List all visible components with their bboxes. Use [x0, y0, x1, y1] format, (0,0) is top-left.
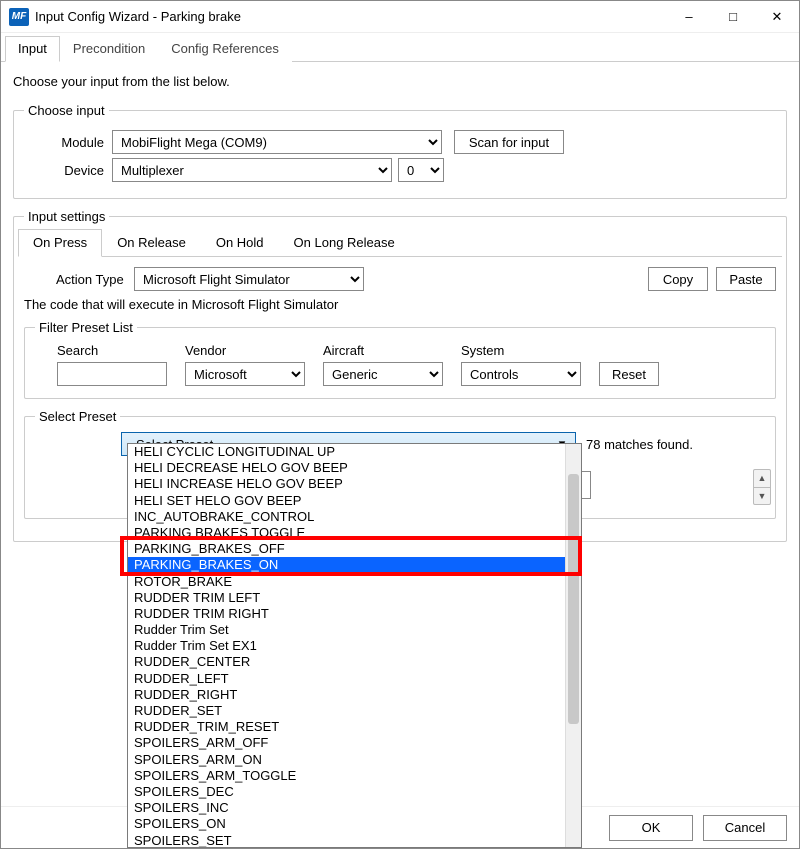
preset-option[interactable]: SPOILERS_SET: [128, 833, 565, 848]
tab-precondition[interactable]: Precondition: [60, 36, 158, 62]
preset-option[interactable]: RUDDER_CENTER: [128, 654, 565, 670]
maximize-button[interactable]: □: [711, 1, 755, 32]
preset-option[interactable]: HELI SET HELO GOV BEEP: [128, 493, 565, 509]
aircraft-select[interactable]: Generic: [323, 362, 443, 386]
aircraft-label: Aircraft: [323, 343, 443, 358]
stepper-up-icon[interactable]: ▲: [754, 470, 770, 488]
ok-button[interactable]: OK: [609, 815, 693, 841]
vendor-select[interactable]: Microsoft: [185, 362, 305, 386]
cancel-button[interactable]: Cancel: [703, 815, 787, 841]
preset-option[interactable]: INC_AUTOBRAKE_CONTROL: [128, 509, 565, 525]
preset-option[interactable]: RUDDER_RIGHT: [128, 687, 565, 703]
preset-option[interactable]: PARKING_BRAKES_ON: [128, 557, 565, 573]
device-select[interactable]: Multiplexer: [112, 158, 392, 182]
minimize-button[interactable]: –: [667, 1, 711, 32]
action-type-select[interactable]: Microsoft Flight Simulator: [134, 267, 364, 291]
preset-option[interactable]: RUDDER TRIM LEFT: [128, 590, 565, 606]
tab-on-release[interactable]: On Release: [102, 229, 201, 257]
module-label: Module: [24, 135, 112, 150]
tab-config-references[interactable]: Config References: [158, 36, 292, 62]
search-label: Search: [57, 343, 167, 358]
device-label: Device: [24, 163, 112, 178]
preset-option[interactable]: Rudder Trim Set EX1: [128, 638, 565, 654]
preset-option[interactable]: SPOILERS_ARM_ON: [128, 752, 565, 768]
tab-on-press[interactable]: On Press: [18, 229, 102, 257]
preset-option[interactable]: SPOILERS_ARM_TOGGLE: [128, 768, 565, 784]
preset-option[interactable]: Rudder Trim Set: [128, 622, 565, 638]
preset-dropdown-list[interactable]: HELI CYCLIC LONGITUDINAL UPHELI DECREASE…: [127, 443, 582, 848]
system-select[interactable]: Controls: [461, 362, 581, 386]
close-button[interactable]: ✕: [755, 1, 799, 32]
preset-option[interactable]: RUDDER_LEFT: [128, 671, 565, 687]
scrollbar-thumb[interactable]: [568, 474, 579, 724]
preset-option[interactable]: RUDDER_SET: [128, 703, 565, 719]
scan-for-input-button[interactable]: Scan for input: [454, 130, 564, 154]
preset-option[interactable]: RUDDER_TRIM_RESET: [128, 719, 565, 735]
filter-preset-group: Filter Preset List Search Vendor Microso…: [24, 320, 776, 399]
preset-option[interactable]: HELI DECREASE HELO GOV BEEP: [128, 460, 565, 476]
choose-input-group: Choose input Module MobiFlight Mega (COM…: [13, 103, 787, 199]
system-label: System: [461, 343, 581, 358]
instruction-text: Choose your input from the list below.: [13, 74, 787, 89]
dropdown-scrollbar[interactable]: [565, 444, 581, 847]
preset-option[interactable]: SPOILERS_INC: [128, 800, 565, 816]
device-index-select[interactable]: 0: [398, 158, 444, 182]
code-description: The code that will execute in Microsoft …: [24, 297, 776, 312]
tab-input[interactable]: Input: [5, 36, 60, 62]
module-select[interactable]: MobiFlight Mega (COM9): [112, 130, 442, 154]
paste-button[interactable]: Paste: [716, 267, 776, 291]
filter-preset-legend: Filter Preset List: [35, 320, 137, 335]
preset-option[interactable]: SPOILERS_DEC: [128, 784, 565, 800]
value-stepper[interactable]: ▲ ▼: [753, 469, 771, 505]
app-icon: MF: [9, 8, 29, 26]
tab-on-hold[interactable]: On Hold: [201, 229, 279, 257]
stepper-down-icon[interactable]: ▼: [754, 488, 770, 505]
input-settings-legend: Input settings: [24, 209, 109, 224]
matches-count: 78 matches found.: [586, 437, 693, 452]
tab-on-long-release[interactable]: On Long Release: [279, 229, 410, 257]
window-title: Input Config Wizard - Parking brake: [35, 9, 667, 24]
preset-option[interactable]: SPOILERS_ARM_OFF: [128, 735, 565, 751]
preset-option[interactable]: RUDDER TRIM RIGHT: [128, 606, 565, 622]
title-bar: MF Input Config Wizard - Parking brake –…: [1, 1, 799, 33]
main-tabs: Input Precondition Config References: [1, 35, 799, 62]
preset-option[interactable]: ROTOR_BRAKE: [128, 574, 565, 590]
reset-filter-button[interactable]: Reset: [599, 362, 659, 386]
select-preset-legend: Select Preset: [35, 409, 120, 424]
search-input[interactable]: [57, 362, 167, 386]
copy-button[interactable]: Copy: [648, 267, 708, 291]
preset-option[interactable]: HELI INCREASE HELO GOV BEEP: [128, 476, 565, 492]
event-tabs: On Press On Release On Hold On Long Rele…: [18, 228, 782, 257]
vendor-label: Vendor: [185, 343, 305, 358]
action-type-label: Action Type: [24, 272, 134, 287]
choose-input-legend: Choose input: [24, 103, 109, 118]
preset-option[interactable]: PARKING_BRAKES_OFF: [128, 541, 565, 557]
preset-option[interactable]: SPOILERS_ON: [128, 816, 565, 832]
preset-option[interactable]: HELI CYCLIC LONGITUDINAL UP: [128, 444, 565, 460]
preset-option[interactable]: PARKING BRAKES TOGGLE: [128, 525, 565, 541]
